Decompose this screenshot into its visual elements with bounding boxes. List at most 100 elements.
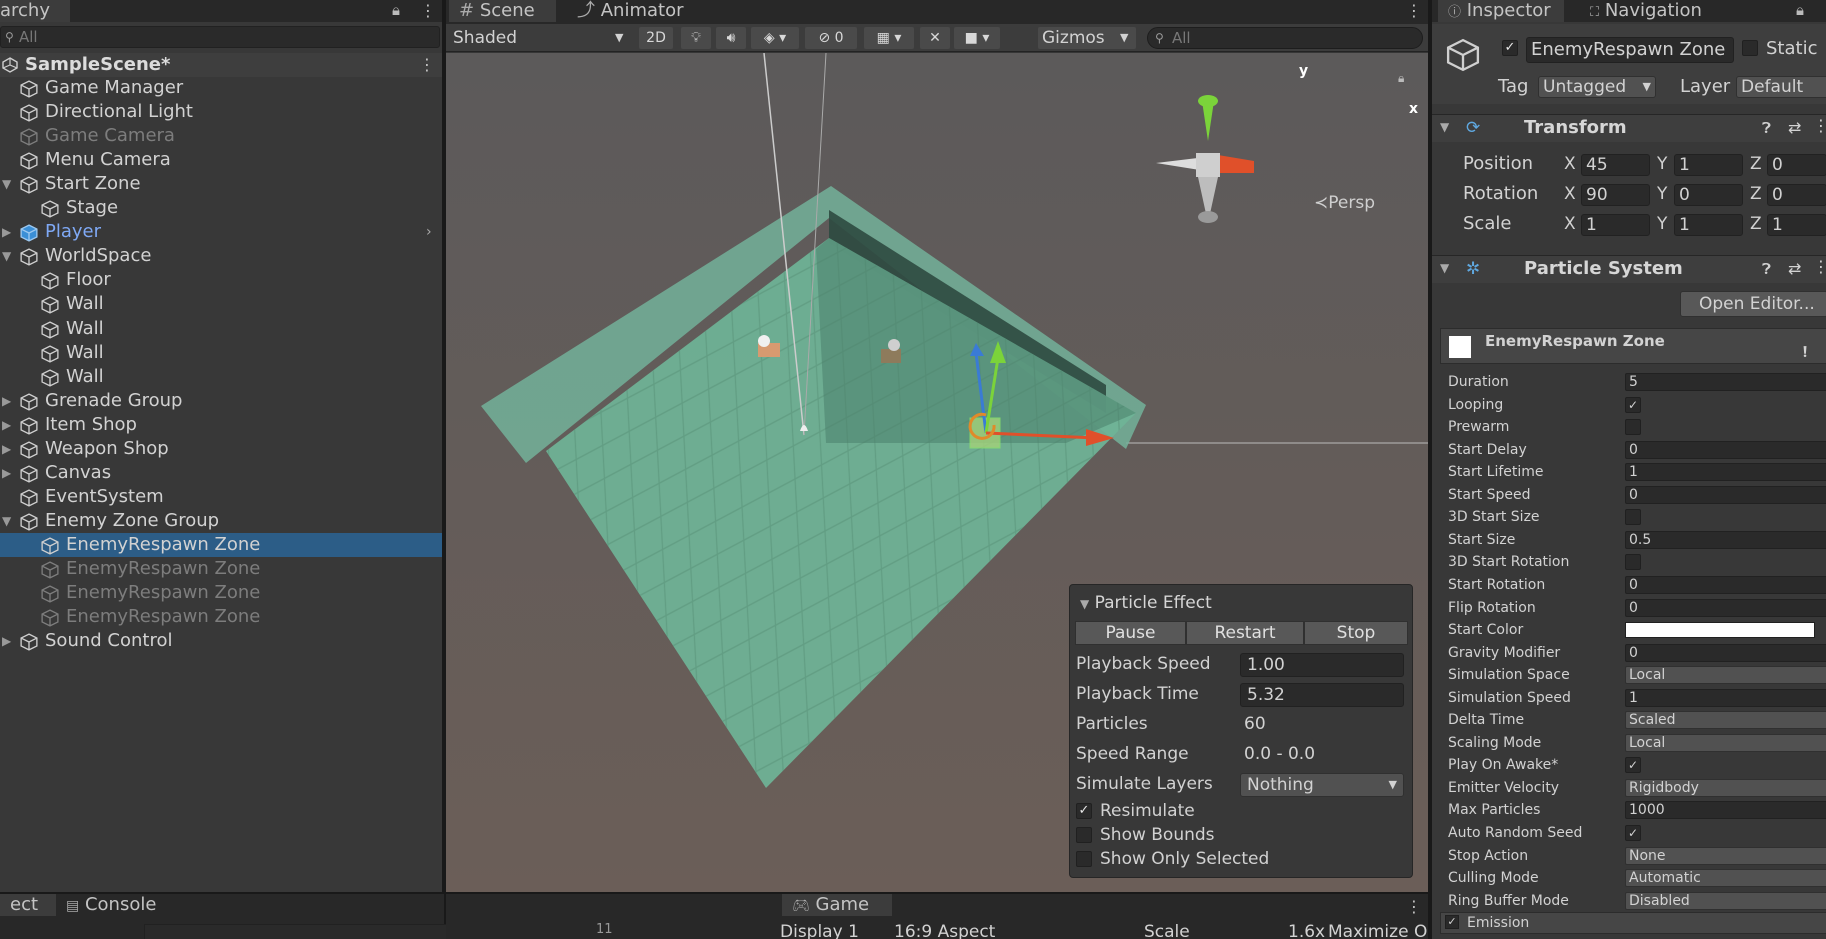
hierarchy-item-grenade-group[interactable]: ▶ Grenade Group (0, 389, 442, 413)
effects-icon[interactable]: ◈ ▾ (751, 27, 799, 49)
preset-icon[interactable]: ⇄ (1788, 259, 1801, 278)
hierarchy-item-wall[interactable]: Wall (0, 292, 442, 316)
hierarchy-item-wall[interactable]: Wall (0, 341, 442, 365)
axis-x-label[interactable]: X (1564, 211, 1576, 237)
persp-toggle[interactable]: ≺Persp (1314, 193, 1375, 213)
tab-hierarchy[interactable]: archy (0, 0, 70, 22)
ps-property-checkbox[interactable] (1625, 509, 1641, 526)
static-checkbox[interactable] (1742, 40, 1758, 56)
hierarchy-item-game-camera[interactable]: Game Camera (0, 124, 442, 148)
resimulate-checkbox[interactable]: ✓ (1076, 803, 1092, 819)
hierarchy-item-start-zone[interactable]: ▼ Start Zone (0, 172, 442, 196)
ps-property-field[interactable]: 0 (1625, 575, 1826, 594)
tab-project[interactable]: ect (0, 894, 56, 916)
hierarchy-item-item-shop[interactable]: ▶ Item Shop (0, 413, 442, 437)
show-bounds-checkbox[interactable] (1076, 827, 1092, 843)
hierarchy-item-enemyrespawn-zone[interactable]: EnemyRespawn Zone (0, 605, 442, 629)
tab-game[interactable]: 🎮︎ Game (782, 894, 892, 916)
foldout-expanded-icon[interactable]: ▼ (2, 244, 14, 268)
lock-icon[interactable]: 🔒︎ (1796, 1, 1804, 19)
active-checkbox[interactable]: ✓ (1502, 40, 1518, 56)
show-bounds-toggle[interactable]: Show Bounds (1076, 823, 1406, 847)
foldout-collapsed-icon[interactable]: ▶ (2, 437, 14, 461)
chevron-right-icon[interactable]: › (426, 220, 432, 244)
position-z-field[interactable]: 0 (1767, 154, 1826, 176)
scene-menu-icon[interactable]: ⋮ (1406, 2, 1422, 20)
transform-header[interactable]: ▼ ⟳ Transform ❓︎ ⇄ ⋮ (1432, 114, 1826, 142)
maximize-toggle[interactable]: Maximize O (1328, 922, 1427, 939)
ps-property-dropdown[interactable]: Rigidbody (1625, 778, 1826, 797)
hierarchy-item-sound-control[interactable]: ▶ Sound Control (0, 629, 442, 653)
emission-checkbox[interactable]: ✓ (1445, 915, 1459, 929)
ps-property-checkbox[interactable]: ✓ (1625, 396, 1641, 413)
ps-property-dropdown[interactable]: Local (1625, 733, 1826, 752)
hierarchy-item-enemyrespawn-zone[interactable]: EnemyRespawn Zone (0, 557, 442, 581)
axis-y-label[interactable]: Y (1657, 151, 1667, 177)
playback-time-field[interactable]: 5.32 (1240, 683, 1404, 707)
axis-z-label[interactable]: Z (1750, 181, 1762, 207)
foldout-collapsed-icon[interactable]: ▶ (2, 461, 14, 485)
foldout-expanded-icon[interactable]: ▼ (2, 509, 14, 533)
hierarchy-item-enemyrespawn-zone[interactable]: EnemyRespawn Zone (0, 532, 442, 557)
ps-property-field[interactable]: 0 (1625, 643, 1826, 662)
start-color-swatch[interactable] (1625, 622, 1815, 639)
foldout-expanded-icon[interactable]: ▼ (2, 172, 14, 196)
foldout-collapsed-icon[interactable]: ▶ (2, 413, 14, 437)
scene-search-input[interactable]: ⚲ All (1147, 27, 1423, 49)
ps-property-field[interactable]: 1 (1625, 688, 1826, 707)
hierarchy-item-eventsystem[interactable]: EventSystem (0, 485, 442, 509)
gizmos-dropdown[interactable]: Gizmos ▼ (1038, 27, 1136, 49)
axis-z-label[interactable]: Z (1750, 151, 1762, 177)
restart-button[interactable]: Restart (1186, 621, 1304, 645)
hierarchy-item-game-manager[interactable]: Game Manager (0, 76, 442, 100)
pause-button[interactable]: Pause (1075, 621, 1186, 645)
ps-property-field[interactable]: 0 (1625, 485, 1826, 504)
tab-animator[interactable]: ⤴ Animator (567, 0, 697, 22)
ps-property-field[interactable]: 0 (1625, 440, 1826, 459)
hierarchy-item-menu-camera[interactable]: Menu Camera (0, 148, 442, 172)
particle-module-header[interactable]: EnemyRespawn Zone ❗︎ (1440, 328, 1826, 364)
display-dropdown[interactable]: Display 1 (780, 922, 859, 939)
mode-2d-button[interactable]: 2D (639, 27, 673, 49)
ps-property-field[interactable]: 0.5 (1625, 530, 1826, 549)
hierarchy-item-worldspace[interactable]: ▼ WorldSpace (0, 244, 442, 268)
scene-header[interactable]: SampleScene* ⋮ (0, 53, 442, 77)
open-editor-button[interactable]: Open Editor... (1680, 291, 1826, 317)
hidden-objects-toggle[interactable]: ⊘ 0 (805, 27, 857, 49)
emission-module-header[interactable]: ✓ Emission (1440, 912, 1826, 934)
scale-y-field[interactable]: 1 (1674, 214, 1743, 236)
hierarchy-item-enemy-zone-group[interactable]: ▼ Enemy Zone Group (0, 509, 442, 533)
aspect-dropdown[interactable]: 16:9 Aspect (894, 922, 995, 939)
scale-x-field[interactable]: 1 (1581, 214, 1650, 236)
preset-icon[interactable]: ⇄ (1788, 118, 1801, 137)
particle-system-header[interactable]: ▼ ✲ Particle System ❓︎ ⇄ ⋮ (1432, 255, 1826, 283)
game-menu-icon[interactable]: ⋮ (1406, 898, 1422, 916)
ps-property-checkbox[interactable] (1625, 554, 1641, 571)
ps-property-dropdown[interactable]: Scaled (1625, 711, 1826, 730)
gizmo-lock-icon[interactable]: 🔒︎ (1398, 71, 1404, 86)
hierarchy-item-enemyrespawn-zone[interactable]: EnemyRespawn Zone (0, 581, 442, 605)
axis-x-label[interactable]: X (1564, 181, 1576, 207)
tab-inspector[interactable]: ⓘ Inspector (1438, 0, 1564, 22)
hierarchy-item-player[interactable]: ▶ Player › (0, 220, 442, 244)
grid-snap-icon[interactable]: ▦ ▾ (864, 27, 914, 49)
position-x-field[interactable]: 45 (1581, 154, 1650, 176)
particle-effect-title[interactable]: ▼ Particle Effect (1080, 593, 1212, 613)
hierarchy-item-wall[interactable]: Wall (0, 365, 442, 389)
layer-dropdown[interactable]: Default (1736, 76, 1826, 98)
ps-property-checkbox[interactable]: ✓ (1625, 757, 1641, 774)
ps-property-field[interactable]: 0 (1625, 598, 1826, 617)
help-icon[interactable]: ❓︎ (1762, 119, 1771, 137)
ps-property-checkbox[interactable]: ✓ (1625, 825, 1641, 841)
help-icon[interactable]: ❓︎ (1762, 260, 1771, 278)
tab-console[interactable]: ▤ Console (56, 894, 186, 916)
tools-icon[interactable]: ✕ (920, 27, 950, 49)
ps-property-dropdown[interactable]: Local (1625, 666, 1826, 685)
hierarchy-item-canvas[interactable]: ▶ Canvas (0, 461, 442, 485)
rotation-y-field[interactable]: 0 (1674, 184, 1743, 206)
object-name-field[interactable]: EnemyRespawn Zone (1526, 37, 1734, 63)
tag-dropdown[interactable]: Untagged ▼ (1538, 76, 1656, 98)
tab-navigation[interactable]: ⛶ Navigation (1580, 0, 1750, 22)
tab-scene[interactable]: # Scene (449, 0, 556, 22)
hierarchy-item-wall[interactable]: Wall (0, 317, 442, 341)
